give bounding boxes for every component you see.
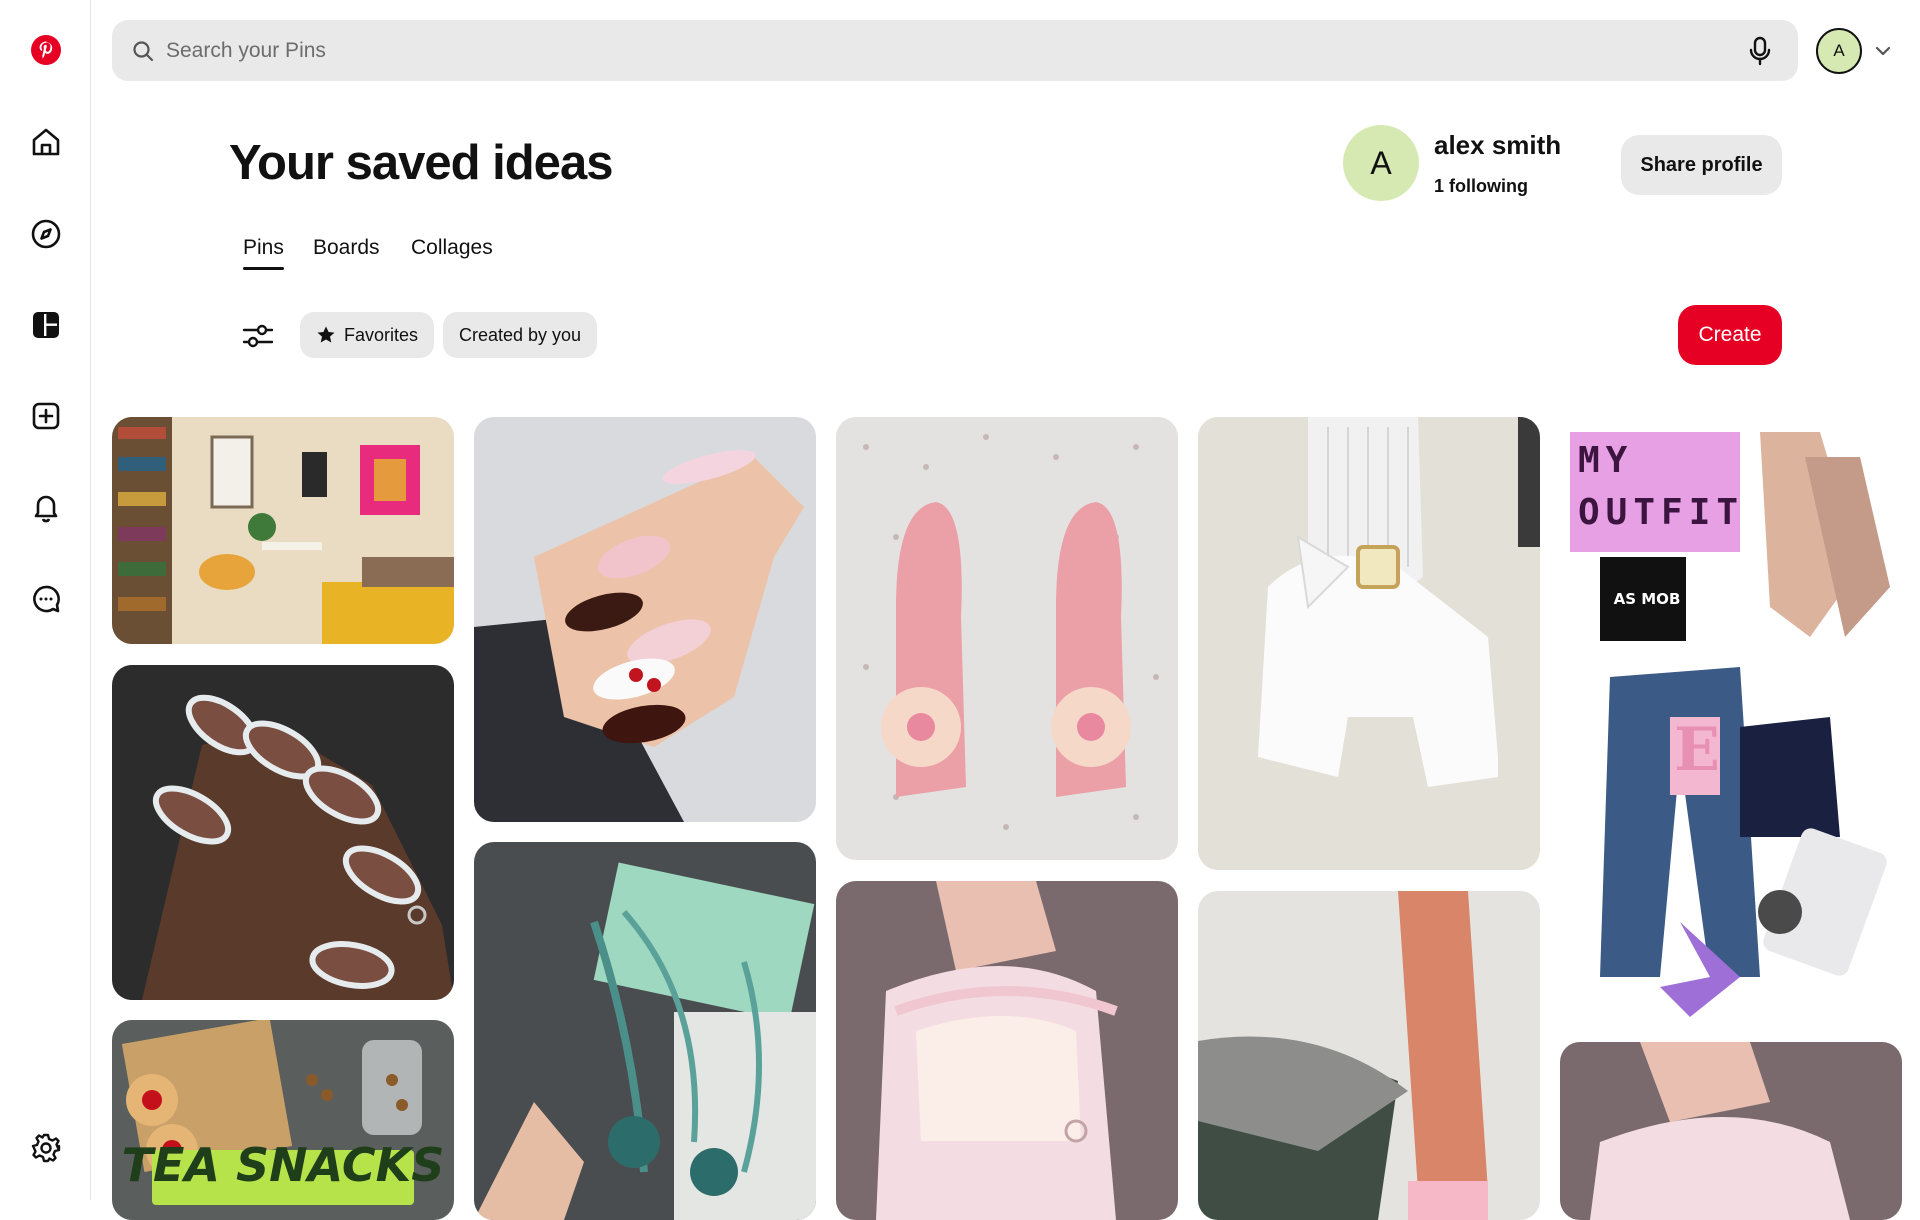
pin-image xyxy=(112,665,454,1000)
following-count[interactable]: 1 following xyxy=(1434,176,1528,197)
created-by-you-label: Created by you xyxy=(459,324,582,345)
pin-bedroom[interactable] xyxy=(112,417,454,644)
favorites-filter-chip[interactable]: Favorites xyxy=(300,312,435,358)
pin-pink-ballet-sandals[interactable] xyxy=(836,881,1178,1220)
nav-boards[interactable] xyxy=(22,301,70,349)
pin-image xyxy=(474,842,816,1220)
voice-search-button[interactable] xyxy=(1742,33,1778,69)
my-outfit-title-line2: OUTFIT xyxy=(1578,492,1745,533)
favorites-label: Favorites xyxy=(344,324,419,345)
chat-icon xyxy=(33,585,60,613)
pin-image xyxy=(1560,1042,1902,1220)
page-title: Your saved ideas xyxy=(229,136,613,190)
nav-settings[interactable] xyxy=(22,1124,70,1172)
account-avatar[interactable]: A xyxy=(1816,28,1862,74)
pin-teal-heels[interactable] xyxy=(474,842,816,1220)
create-button[interactable]: Create xyxy=(1678,305,1782,365)
pin-image xyxy=(836,417,1178,860)
created-by-you-filter-chip[interactable]: Created by you xyxy=(443,312,598,358)
pin-nails-dark[interactable] xyxy=(112,665,454,1000)
home-icon xyxy=(32,128,60,156)
tab-boards[interactable]: Boards xyxy=(313,236,380,260)
bell-icon xyxy=(34,495,58,523)
pin-pink-shoes[interactable] xyxy=(1560,1042,1902,1220)
nav-notifications[interactable] xyxy=(22,483,70,531)
search-icon xyxy=(133,40,154,61)
filter-icon[interactable] xyxy=(240,318,276,354)
nav-create[interactable] xyxy=(22,392,70,440)
asmob-sticker-text: AS MOB xyxy=(1613,590,1681,608)
pinterest-logo[interactable] xyxy=(22,26,70,74)
gear-icon xyxy=(31,1133,61,1163)
pin-cherry-nails[interactable] xyxy=(474,417,816,822)
profile-avatar[interactable]: A xyxy=(1343,125,1419,201)
pin-image xyxy=(1198,891,1540,1220)
compass-icon xyxy=(31,219,61,249)
search-bar[interactable] xyxy=(112,20,1798,81)
pin-white-platforms[interactable] xyxy=(1198,417,1540,870)
tea-snacks-title: TEA SNACKS xyxy=(121,1138,445,1192)
nav-explore[interactable] xyxy=(22,210,70,258)
pin-image xyxy=(1198,417,1540,870)
left-sidebar xyxy=(0,0,91,1200)
search-input[interactable] xyxy=(166,38,1742,63)
nav-messages[interactable] xyxy=(22,575,70,623)
my-outfit-title-line1: MY xyxy=(1578,440,1634,481)
pin-orchid-sandals[interactable] xyxy=(836,417,1178,860)
pinterest-logo-icon xyxy=(31,35,61,65)
microphone-icon xyxy=(1749,36,1771,65)
profile-name[interactable]: alex smith xyxy=(1434,130,1561,161)
tab-pins[interactable]: Pins xyxy=(243,236,284,270)
letter-e-patch: E xyxy=(1674,715,1720,785)
plus-square-icon xyxy=(32,402,60,430)
chevron-down-icon[interactable] xyxy=(1872,40,1894,62)
pin-legs-bed[interactable] xyxy=(1198,891,1540,1220)
nav-home[interactable] xyxy=(22,118,70,166)
star-icon xyxy=(317,326,335,343)
tab-collages[interactable]: Collages xyxy=(411,236,493,260)
pin-image xyxy=(474,417,816,822)
share-profile-button[interactable]: Share profile xyxy=(1621,135,1782,195)
pin-image xyxy=(836,881,1178,1220)
pin-image xyxy=(112,417,454,644)
dashboard-icon xyxy=(33,312,59,338)
